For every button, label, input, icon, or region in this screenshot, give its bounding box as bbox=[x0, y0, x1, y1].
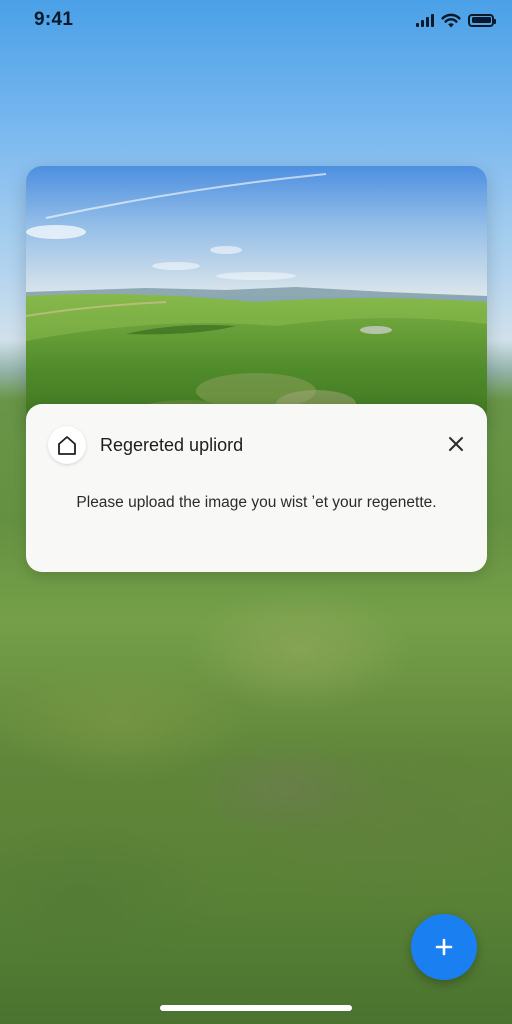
close-button[interactable] bbox=[445, 433, 467, 455]
signal-icon bbox=[416, 13, 434, 27]
status-bar: 9:41 bbox=[0, 0, 512, 40]
home-icon bbox=[58, 436, 76, 455]
dialog-message: Please upload the image you wist ʼet you… bbox=[76, 494, 437, 511]
battery-icon bbox=[468, 13, 496, 27]
upload-dialog: Regereted upliord Please upload the imag… bbox=[26, 404, 487, 572]
home-indicator[interactable] bbox=[160, 1005, 352, 1011]
status-time: 9:41 bbox=[34, 9, 74, 30]
plus-icon bbox=[435, 938, 453, 956]
landscape-image bbox=[26, 166, 487, 426]
dialog-title: Regereted upliord bbox=[100, 435, 244, 455]
home-icon-badge bbox=[48, 426, 86, 464]
add-button[interactable] bbox=[411, 914, 477, 980]
landscape-photo bbox=[26, 166, 487, 426]
close-icon bbox=[449, 437, 463, 451]
status-icons bbox=[416, 13, 496, 28]
wifi-icon bbox=[441, 13, 461, 27]
